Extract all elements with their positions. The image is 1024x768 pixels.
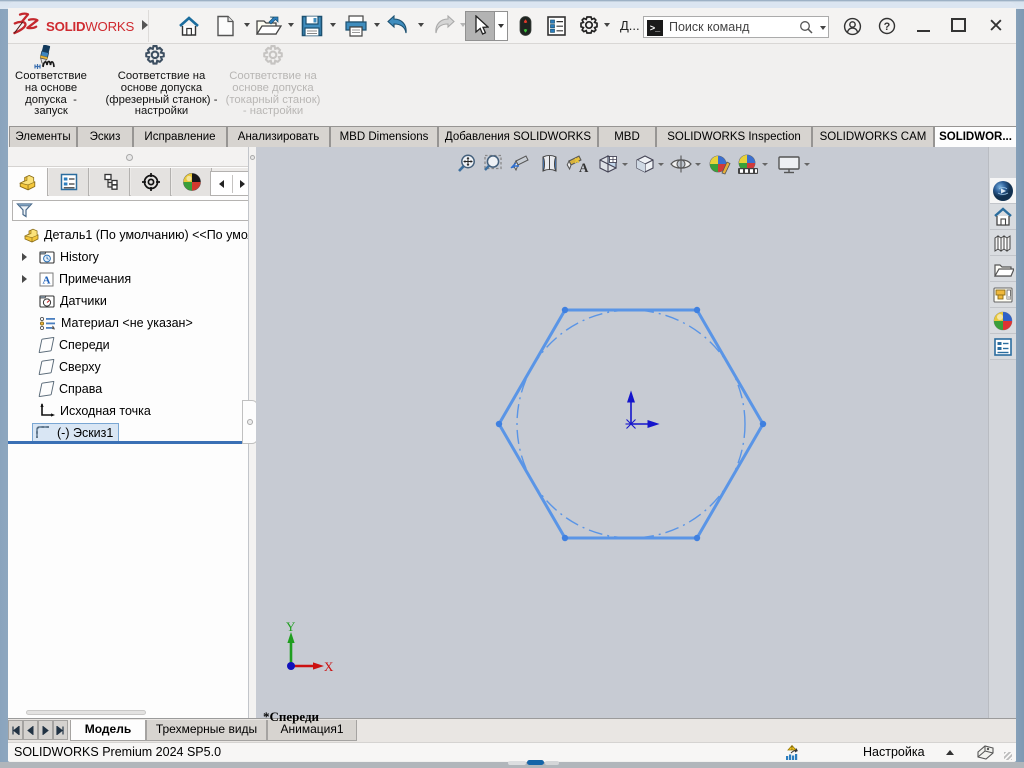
- svg-text:Y: Y: [286, 619, 296, 634]
- svg-text:?: ?: [884, 21, 891, 33]
- svg-text:A: A: [43, 274, 51, 286]
- svg-text:X: X: [324, 659, 334, 674]
- svg-text:SOLIDWORKS: SOLIDWORKS: [46, 19, 135, 34]
